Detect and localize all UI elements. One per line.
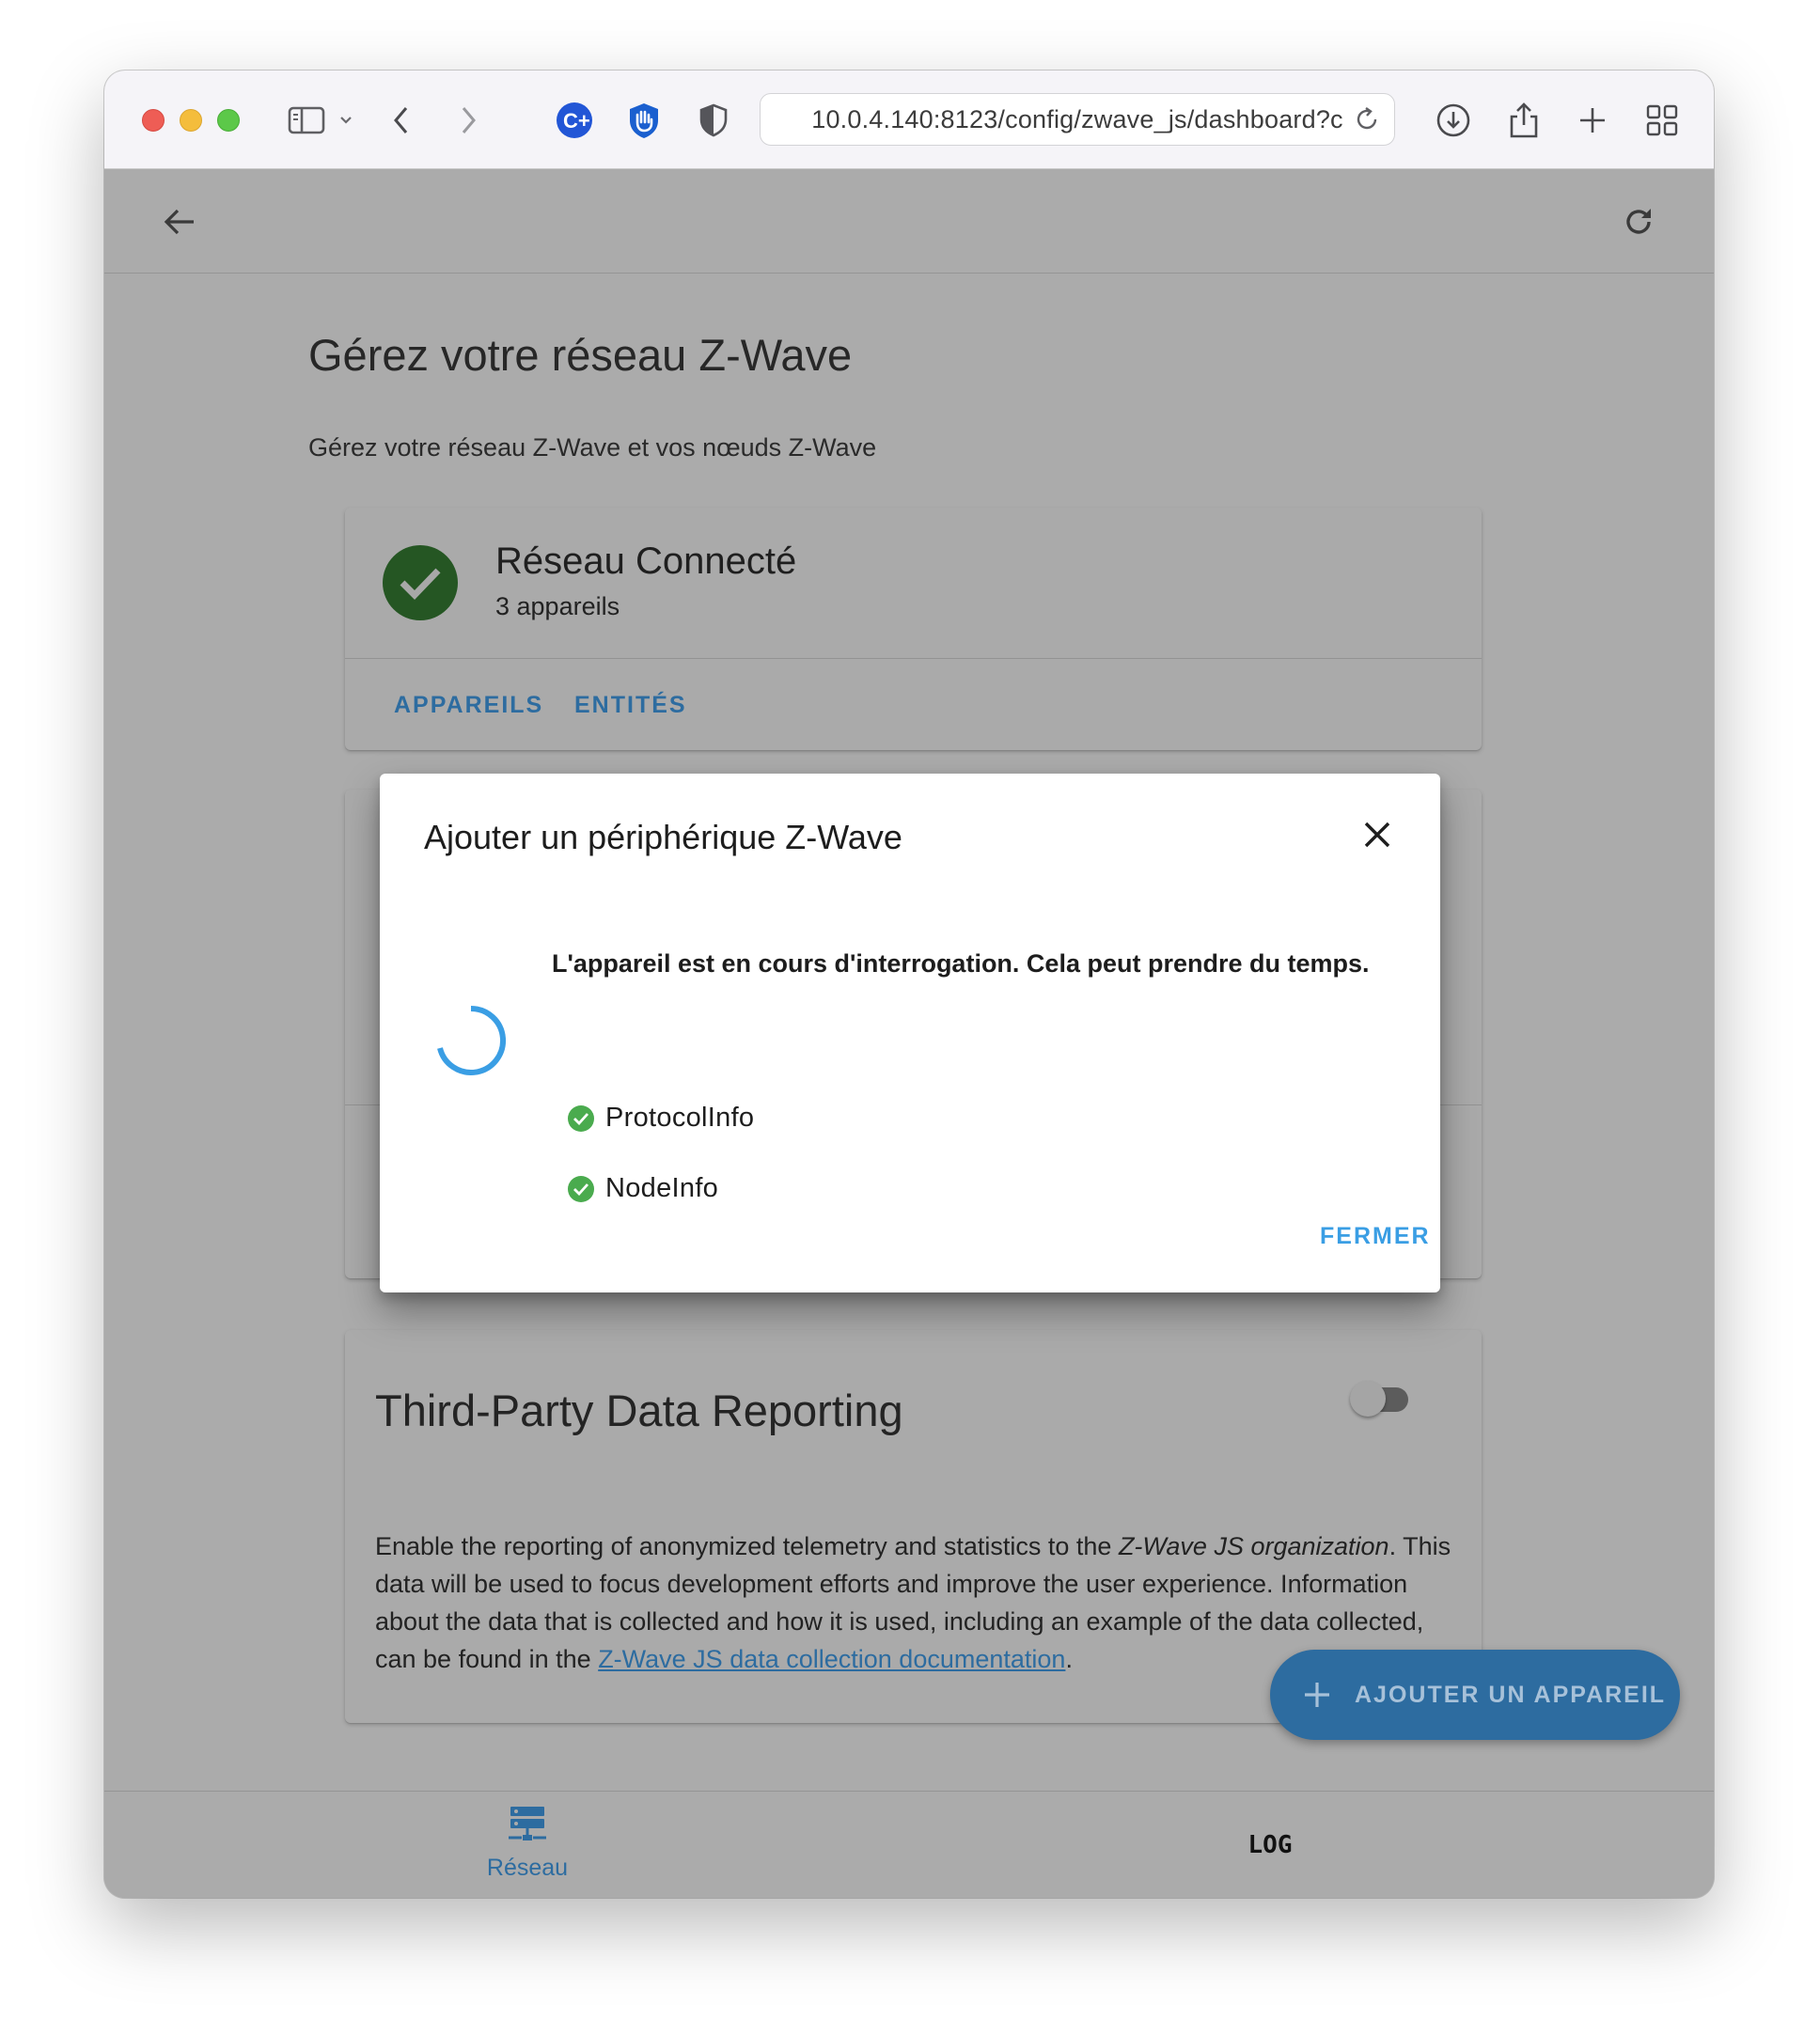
check-icon	[383, 545, 458, 620]
page-subtitle: Gérez votre réseau Z-Wave et vos nœuds Z…	[308, 433, 877, 462]
extension-hand-icon[interactable]	[624, 101, 664, 140]
back-icon[interactable]	[382, 101, 421, 140]
step-node-info: NodeInfo	[568, 1173, 718, 1204]
entities-button[interactable]: ENTITÉS	[574, 692, 687, 719]
server-network-icon	[507, 1805, 548, 1851]
minimize-window-button[interactable]	[180, 109, 202, 132]
network-status-card: Réseau Connecté 3 appareils APPAREILS EN…	[345, 508, 1482, 750]
address-bar[interactable]: 10.0.4.140:8123/config/zwave_js/dashboar…	[760, 93, 1395, 146]
chevron-down-icon[interactable]	[335, 101, 357, 140]
shield-icon[interactable]	[694, 101, 733, 140]
tabs-grid-icon[interactable]	[1642, 101, 1682, 140]
loading-spinner	[431, 1001, 510, 1080]
add-zwave-device-dialog: Ajouter un périphérique Z-Wave L'apparei…	[380, 774, 1440, 1292]
data-reporting-toggle[interactable]	[1350, 1377, 1408, 1417]
app-header	[104, 170, 1714, 274]
step-label: ProtocolInfo	[605, 1103, 755, 1133]
step-label: NodeInfo	[605, 1173, 719, 1203]
svg-text:C+: C+	[563, 109, 590, 133]
forward-icon[interactable]	[448, 101, 488, 140]
check-circle-icon	[568, 1175, 594, 1202]
bottom-navigation: Réseau LOG	[104, 1791, 1714, 1898]
tab-log[interactable]: LOG	[1232, 1831, 1308, 1859]
card-divider	[345, 658, 1482, 659]
step-protocol-info: ProtocolInfo	[568, 1103, 754, 1134]
plus-icon[interactable]	[1573, 101, 1612, 140]
share-icon[interactable]	[1504, 101, 1544, 140]
sidebar-icon[interactable]	[287, 101, 326, 140]
zoom-window-button[interactable]	[217, 109, 240, 132]
browser-toolbar: C+ 10.0.4.140:8123/config/zwave_js/dashb…	[104, 70, 1714, 169]
extension-c-icon[interactable]: C+	[555, 101, 594, 140]
plus-icon	[1298, 1676, 1336, 1714]
browser-window: C+ 10.0.4.140:8123/config/zwave_js/dashb…	[104, 70, 1714, 1898]
close-window-button[interactable]	[142, 109, 165, 132]
network-status-title: Réseau Connecté	[495, 540, 797, 582]
toggle-thumb	[1350, 1381, 1386, 1417]
close-icon[interactable]	[1357, 815, 1397, 854]
url-text: 10.0.4.140:8123/config/zwave_js/dashboar…	[811, 104, 1343, 133]
documentation-link[interactable]: Z-Wave JS data collection documentation	[598, 1645, 1065, 1673]
device-count: 3 appareils	[495, 592, 620, 620]
reload-icon[interactable]	[1353, 105, 1381, 138]
add-device-button[interactable]: AJOUTER UN APPAREIL	[1270, 1650, 1680, 1740]
check-circle-icon	[568, 1104, 594, 1132]
tab-network-label: Réseau	[486, 1855, 569, 1881]
download-icon[interactable]	[1434, 101, 1473, 140]
add-device-label: AJOUTER UN APPAREIL	[1355, 1681, 1667, 1708]
third-party-title: Third-Party Data Reporting	[375, 1386, 903, 1435]
arrow-left-icon[interactable]	[156, 198, 203, 245]
refresh-icon[interactable]	[1615, 198, 1662, 245]
page-title: Gérez votre réseau Z-Wave	[308, 330, 853, 380]
devices-button[interactable]: APPAREILS	[394, 692, 543, 719]
close-dialog-button[interactable]: FERMER	[1320, 1223, 1431, 1250]
dialog-title: Ajouter un périphérique Z-Wave	[424, 818, 902, 856]
tab-network[interactable]: Réseau	[471, 1805, 584, 1882]
interview-message: L'appareil est en cours d'interrogation.…	[552, 949, 1370, 978]
